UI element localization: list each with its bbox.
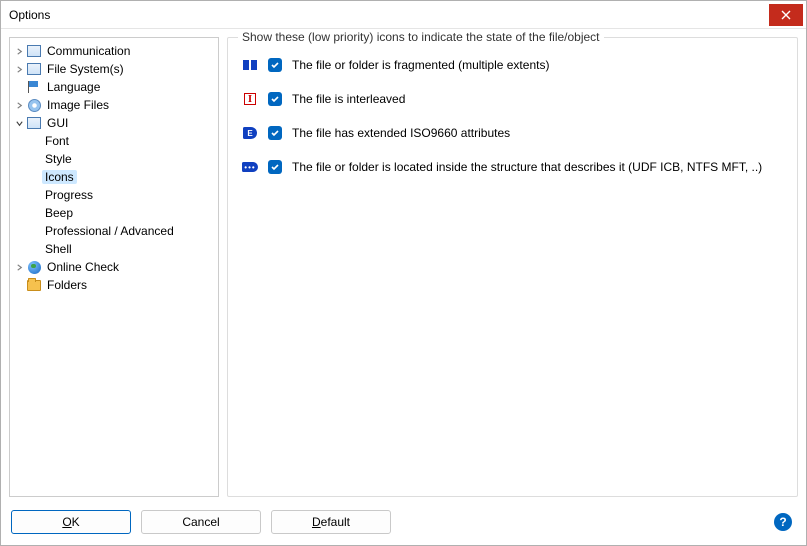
group-box: Show these (low priority) icons to indic… xyxy=(227,37,798,497)
content-area: Communication File System(s) Language Image… xyxy=(1,29,806,505)
option-label: The file has extended ISO9660 attributes xyxy=(292,126,510,140)
tree-item-file-system-s-[interactable]: File System(s) xyxy=(12,60,216,78)
extended-attr-icon: E xyxy=(243,127,257,139)
tree-item-label: File System(s) xyxy=(44,62,127,76)
interleaved-icon: I xyxy=(244,93,256,105)
tree-item-label: Shell xyxy=(42,242,75,256)
tree-item-label: Language xyxy=(44,80,103,94)
disc-icon xyxy=(28,99,41,112)
close-icon xyxy=(781,10,791,20)
tree-item-font[interactable]: Font xyxy=(12,132,216,150)
chevron-down-icon[interactable] xyxy=(12,116,26,130)
tree-item-professional-advanced[interactable]: Professional / Advanced xyxy=(12,222,216,240)
option-checkbox[interactable] xyxy=(268,92,282,106)
option-label: The file is interleaved xyxy=(292,92,405,106)
tree-item-label: Professional / Advanced xyxy=(42,224,177,238)
option-checkbox[interactable] xyxy=(268,58,282,72)
tree-item-style[interactable]: Style xyxy=(12,150,216,168)
flag-icon xyxy=(27,81,41,93)
window-title: Options xyxy=(9,8,769,22)
tree-item-language[interactable]: Language xyxy=(12,78,216,96)
node-icon xyxy=(27,63,41,75)
chevron-right-icon[interactable] xyxy=(12,260,26,274)
help-button[interactable]: ? xyxy=(774,513,792,531)
titlebar: Options xyxy=(1,1,806,29)
button-row: OK Cancel Default ? xyxy=(1,505,806,545)
tree-item-label: Image Files xyxy=(44,98,112,112)
tree-item-label: GUI xyxy=(44,116,71,130)
node-icon xyxy=(27,45,41,57)
tree-item-progress[interactable]: Progress xyxy=(12,186,216,204)
tree-item-label: Folders xyxy=(44,278,90,292)
tree-item-label: Communication xyxy=(44,44,133,58)
tree-item-label: Font xyxy=(42,134,72,148)
options-list: The file or folder is fragmented (multip… xyxy=(228,38,797,188)
tree-item-image-files[interactable]: Image Files xyxy=(12,96,216,114)
option-checkbox[interactable] xyxy=(268,126,282,140)
located-inside-icon: ••• xyxy=(242,162,258,172)
close-button[interactable] xyxy=(769,4,803,26)
option-label: The file or folder is located inside the… xyxy=(292,160,762,174)
group-title: Show these (low priority) icons to indic… xyxy=(238,30,604,44)
option-label: The file or folder is fragmented (multip… xyxy=(292,58,549,72)
tree-item-label: Style xyxy=(42,152,75,166)
tree-item-shell[interactable]: Shell xyxy=(12,240,216,258)
chevron-right-icon[interactable] xyxy=(12,62,26,76)
tree-item-icons[interactable]: Icons xyxy=(12,168,216,186)
chevron-right-icon[interactable] xyxy=(12,44,26,58)
chevron-right-icon[interactable] xyxy=(12,98,26,112)
options-dialog: Options Communication File System(s) Langu… xyxy=(0,0,807,546)
tree-item-label: Online Check xyxy=(44,260,122,274)
option-row: E The file has extended ISO9660 attribute… xyxy=(242,126,783,140)
tree-item-label: Beep xyxy=(42,206,76,220)
node-icon xyxy=(27,117,41,129)
ok-button[interactable]: OK xyxy=(11,510,131,534)
cancel-button[interactable]: Cancel xyxy=(141,510,261,534)
option-checkbox[interactable] xyxy=(268,160,282,174)
tree-item-label: Progress xyxy=(42,188,96,202)
category-tree[interactable]: Communication File System(s) Language Image… xyxy=(9,37,219,497)
fragmented-icon xyxy=(243,59,257,71)
tree-item-online-check[interactable]: Online Check xyxy=(12,258,216,276)
tree-item-label: Icons xyxy=(42,170,77,184)
settings-panel: Show these (low priority) icons to indic… xyxy=(227,37,798,497)
tree-item-communication[interactable]: Communication xyxy=(12,42,216,60)
folder-icon xyxy=(27,280,41,291)
tree-item-beep[interactable]: Beep xyxy=(12,204,216,222)
globe-icon xyxy=(28,261,41,274)
option-row: The file or folder is fragmented (multip… xyxy=(242,58,783,72)
option-row: ••• The file or folder is located inside … xyxy=(242,160,783,174)
option-row: I The file is interleaved xyxy=(242,92,783,106)
default-button[interactable]: Default xyxy=(271,510,391,534)
tree-item-folders[interactable]: Folders xyxy=(12,276,216,294)
tree-item-gui[interactable]: GUI xyxy=(12,114,216,132)
